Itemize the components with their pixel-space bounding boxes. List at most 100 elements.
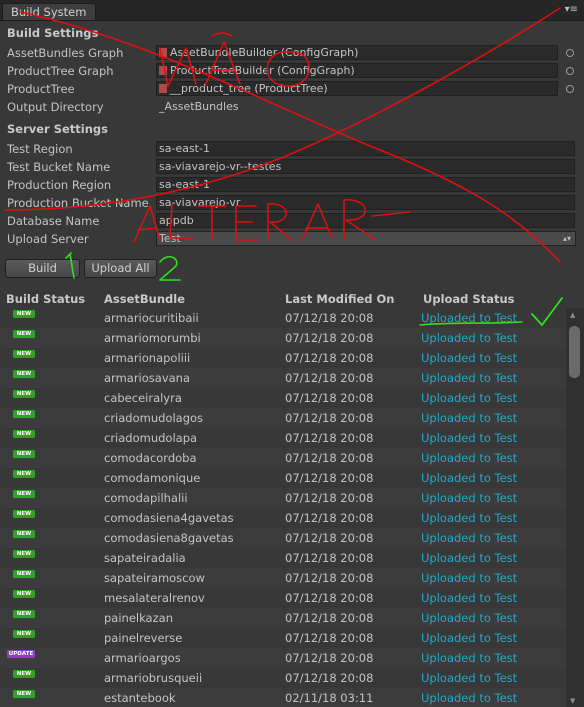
last-modified-date: 07/12/18 20:08 (285, 491, 374, 505)
dropdown-arrow-icon: ▴▾ (562, 234, 571, 243)
upload-status: Uploaded to Test (421, 371, 518, 385)
upload-all-button[interactable]: Upload All (84, 259, 157, 278)
producttree-label: ProductTree (7, 82, 75, 96)
assetbundle-name: armarionapoliii (104, 351, 191, 365)
object-icon (159, 66, 167, 75)
assetbundle-name: armarioargos (104, 651, 181, 665)
output-directory-field[interactable]: _AssetBundles (156, 99, 575, 114)
upload-status: Uploaded to Test (421, 331, 518, 345)
table-row[interactable]: NEW armariobrusqueii 07/12/18 20:08 Uploade… (0, 668, 566, 688)
object-picker-icon[interactable] (566, 49, 574, 57)
test-region-field[interactable]: sa-east-1 (156, 141, 575, 156)
table-row[interactable]: NEW painelkazan 07/12/18 20:08 Uploaded to … (0, 608, 566, 628)
table-row[interactable]: NEW armarionapoliii 07/12/18 20:08 Uploaded… (0, 348, 566, 368)
producttree-field[interactable]: __product_tree (ProductTree) (156, 81, 558, 96)
table-row[interactable]: NEW sapateiradalia 07/12/18 20:08 Uploaded … (0, 548, 566, 568)
table-row[interactable]: NEW sapateiramoscow 07/12/18 20:08 Uploaded… (0, 568, 566, 588)
object-icon (159, 48, 167, 57)
table-row[interactable]: NEW criadomudolagos 07/12/18 20:08 Uploaded… (0, 408, 566, 428)
assetbundle-name: armariomorumbi (104, 331, 201, 345)
scroll-down-icon[interactable]: ▼ (570, 697, 575, 705)
production-bucket-label: Production Bucket Name (7, 196, 149, 210)
build-status-badge: NEW (13, 470, 35, 478)
production-region-label: Production Region (7, 178, 112, 192)
producttree-graph-field[interactable]: ProductTreeBuilder (ConfigGraph) (156, 63, 558, 78)
upload-server-dropdown[interactable]: Test ▴▾ (156, 231, 576, 246)
assetbundle-name: sapateiradalia (104, 551, 186, 565)
last-modified-date: 07/12/18 20:08 (285, 531, 374, 545)
upload-server-value: Test (159, 232, 181, 245)
assetbundle-list[interactable]: NEW armariocuritibaii 07/12/18 20:08 Upload… (0, 308, 566, 707)
production-region-field[interactable]: sa-east-1 (156, 177, 575, 192)
build-status-badge: UPDATE (7, 650, 35, 658)
last-modified-date: 07/12/18 20:08 (285, 311, 374, 325)
upload-status: Uploaded to Test (421, 451, 518, 465)
last-modified-date: 07/12/18 20:08 (285, 551, 374, 565)
database-name-label: Database Name (7, 214, 100, 228)
assetbundle-name: comodacordoba (104, 451, 197, 465)
build-status-badge: NEW (13, 450, 35, 458)
upload-status: Uploaded to Test (421, 531, 518, 545)
upload-status: Uploaded to Test (421, 691, 518, 705)
header-last-modified[interactable]: Last Modified On (285, 292, 394, 306)
table-row[interactable]: NEW comodacordoba 07/12/18 20:08 Uploaded t… (0, 448, 566, 468)
test-bucket-field[interactable]: sa-viavarejo-vr--testes (156, 159, 575, 174)
assetbundle-name: comodasiena8gavetas (104, 531, 234, 545)
production-bucket-field[interactable]: sa-viavarejo-vr (156, 195, 575, 210)
upload-status: Uploaded to Test (421, 551, 518, 565)
header-build-status[interactable]: Build Status (6, 292, 85, 306)
table-row[interactable]: NEW comodasiena4gavetas 07/12/18 20:08 Uplo… (0, 508, 566, 528)
table-row[interactable]: NEW comodasiena8gavetas 07/12/18 20:08 Uplo… (0, 528, 566, 548)
build-status-badge: NEW (13, 690, 35, 698)
table-row[interactable]: NEW armariomorumbi 07/12/18 20:08 Uploaded … (0, 328, 566, 348)
assetbundles-graph-label: AssetBundles Graph (7, 46, 124, 60)
assetbundle-name: criadomudolagos (104, 411, 204, 425)
build-button[interactable]: Build (5, 259, 80, 278)
table-row[interactable]: NEW painelreverse 07/12/18 20:08 Uploaded t… (0, 628, 566, 648)
upload-status: Uploaded to Test (421, 411, 518, 425)
table-row[interactable]: NEW criadomudolapa 07/12/18 20:08 Uploaded … (0, 428, 566, 448)
assetbundle-name: comodasiena4gavetas (104, 511, 234, 525)
tab-build-system[interactable]: Build System (2, 3, 96, 20)
assetbundle-name: armariobrusqueii (104, 671, 203, 685)
table-row[interactable]: NEW armariosavana 07/12/18 20:08 Uploaded t… (0, 368, 566, 388)
last-modified-date: 07/12/18 20:08 (285, 371, 374, 385)
database-name-field[interactable]: appdb (156, 213, 575, 228)
object-picker-icon[interactable] (566, 67, 574, 75)
table-row[interactable]: NEW armariocuritibaii 07/12/18 20:08 Upload… (0, 308, 566, 328)
upload-status: Uploaded to Test (421, 611, 518, 625)
list-scrollbar[interactable]: ▲ ▼ (566, 308, 584, 707)
window-menu-icon[interactable]: ▾≡ (565, 4, 578, 15)
build-status-badge: NEW (13, 490, 35, 498)
header-assetbundle[interactable]: AssetBundle (104, 292, 185, 306)
build-status-badge: NEW (13, 390, 35, 398)
object-picker-icon[interactable] (566, 85, 574, 93)
build-status-badge: NEW (13, 590, 35, 598)
last-modified-date: 07/12/18 20:08 (285, 451, 374, 465)
upload-status: Uploaded to Test (421, 671, 518, 685)
build-status-badge: NEW (13, 550, 35, 558)
table-row[interactable]: NEW comodapilhalii 07/12/18 20:08 Uploaded … (0, 488, 566, 508)
assetbundle-name: painelkazan (104, 611, 173, 625)
table-row[interactable]: NEW estantebook 02/11/18 03:11 Uploaded to … (0, 688, 566, 707)
upload-status: Uploaded to Test (421, 631, 518, 645)
last-modified-date: 02/11/18 03:11 (285, 691, 374, 705)
assetbundle-name: painelreverse (104, 631, 183, 645)
table-row[interactable]: NEW cabeceiralyra 07/12/18 20:08 Uploaded t… (0, 388, 566, 408)
header-upload-status[interactable]: Upload Status (423, 292, 514, 306)
table-row[interactable]: NEW comodamonique 07/12/18 20:08 Uploaded t… (0, 468, 566, 488)
upload-status: Uploaded to Test (421, 431, 518, 445)
last-modified-date: 07/12/18 20:08 (285, 431, 374, 445)
upload-status: Uploaded to Test (421, 651, 518, 665)
scroll-up-icon[interactable]: ▲ (570, 311, 575, 319)
assetbundles-graph-field[interactable]: AssetBundleBuilder (ConfigGraph) (156, 45, 558, 60)
scroll-thumb[interactable] (569, 326, 580, 378)
table-row[interactable]: UPDATE armarioargos 07/12/18 20:08 Uploaded… (0, 648, 566, 668)
last-modified-date: 07/12/18 20:08 (285, 471, 374, 485)
red-tilde (211, 32, 233, 37)
upload-status: Uploaded to Test (421, 591, 518, 605)
build-status-badge: NEW (13, 410, 35, 418)
build-status-badge: NEW (13, 670, 35, 678)
table-row[interactable]: NEW mesalateralrenov 07/12/18 20:08 Uploade… (0, 588, 566, 608)
producttree-graph-label: ProductTree Graph (7, 64, 114, 78)
